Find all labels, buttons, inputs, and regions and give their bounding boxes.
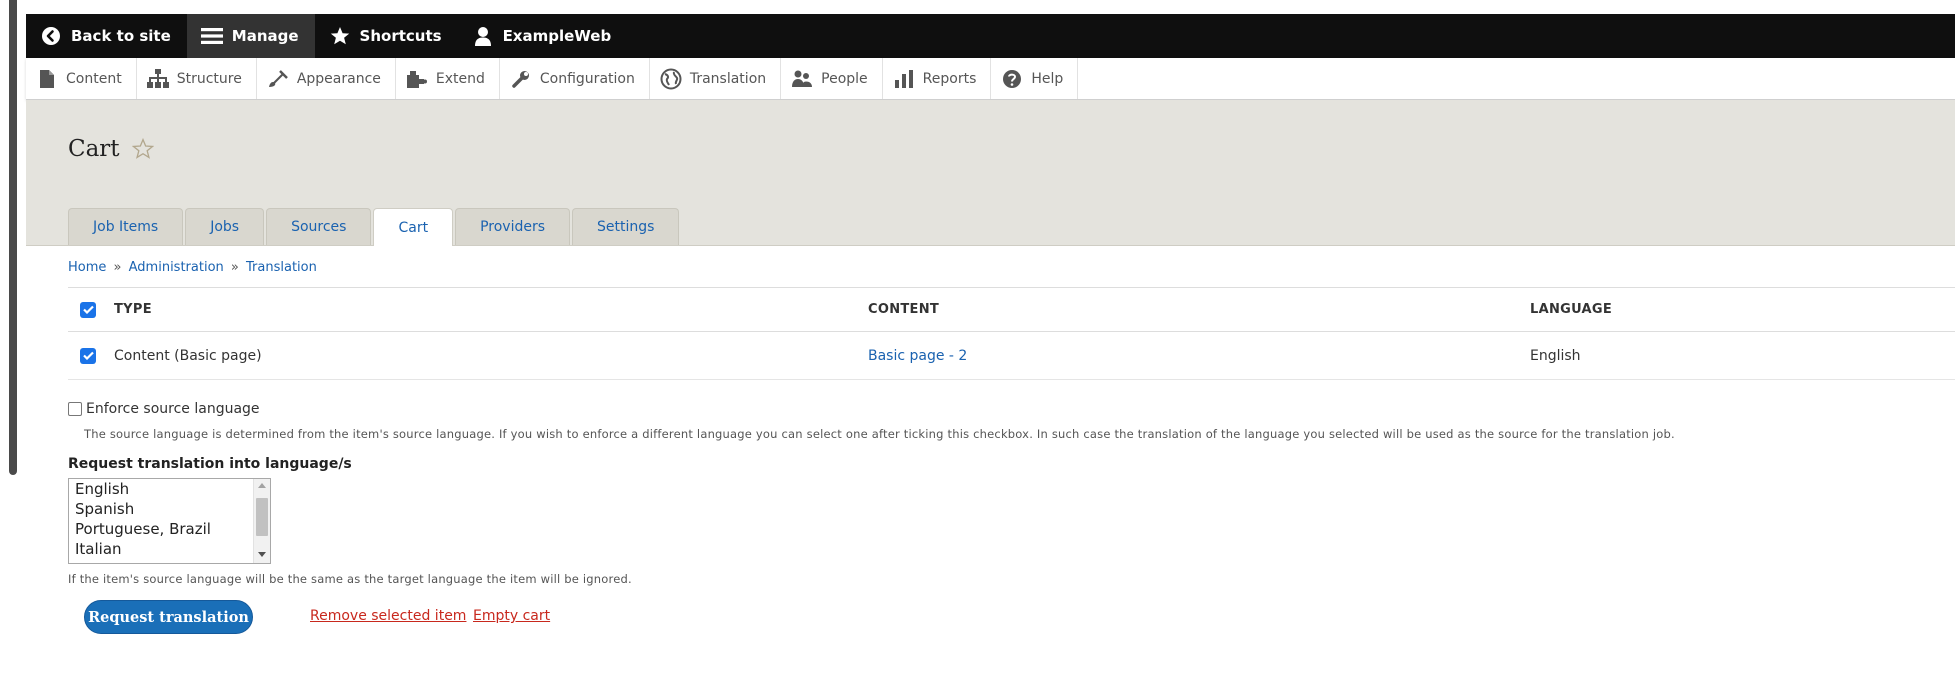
header-language: LANGUAGE (1530, 287, 1955, 332)
select-scrollbar-thumb[interactable] (256, 498, 268, 536)
request-translation-button[interactable]: Request translation (84, 600, 253, 634)
tab-providers[interactable]: Providers (455, 208, 571, 245)
language-option[interactable]: Italian (69, 539, 270, 559)
menu-label: Structure (176, 70, 242, 87)
file-icon (36, 68, 58, 90)
page-header: Cart Job Items Jobs Sources Cart Provide… (26, 100, 1955, 246)
breadcrumb-translation[interactable]: Translation (246, 260, 317, 275)
tab-settings[interactable]: Settings (572, 208, 680, 245)
menu-label: Configuration (539, 70, 635, 87)
sitemap-icon (146, 68, 169, 90)
brush-icon (267, 68, 289, 90)
row-checkbox[interactable] (80, 347, 96, 364)
request-languages-label: Request translation into language/s (68, 456, 352, 472)
tab-jobs[interactable]: Jobs (185, 208, 265, 245)
user-label: ExampleWeb (502, 27, 612, 45)
menu-label: Appearance (296, 70, 381, 87)
primary-tabs: Job Items Jobs Sources Cart Providers Se… (68, 208, 681, 246)
table-header-row: TYPE CONTENT LANGUAGE (68, 287, 1955, 332)
admin-menu-tray: Content Structure Appearance Extend Conf… (26, 58, 1955, 100)
menu-item-content[interactable]: Content (26, 58, 137, 99)
menu-label: People (821, 70, 868, 87)
select-all-checkbox[interactable] (80, 301, 96, 318)
menu-label: Extend (435, 70, 485, 87)
scroll-up-arrow-icon[interactable] (258, 483, 266, 488)
shortcuts-label: Shortcuts (359, 27, 442, 45)
language-option[interactable]: Portuguese, Brazil (69, 519, 270, 539)
menu-item-extend[interactable]: Extend (396, 58, 500, 99)
people-icon (791, 68, 813, 90)
cell-content-link[interactable]: Basic page - 2 (868, 348, 967, 364)
menu-item-structure[interactable]: Structure (137, 58, 257, 99)
star-icon (329, 25, 351, 47)
menu-item-help[interactable]: Help (991, 58, 1079, 99)
enforce-source-language[interactable]: Enforce source language (68, 401, 260, 417)
manage-label: Manage (231, 27, 299, 45)
puzzle-icon (406, 68, 428, 90)
back-to-site-label: Back to site (71, 27, 171, 45)
scrollbar-thumb[interactable] (9, 0, 17, 475)
breadcrumb: Home » Administration » Translation (68, 260, 317, 275)
globe-icon (660, 68, 682, 90)
menu-item-reports[interactable]: Reports (883, 58, 992, 99)
page-title-text: Cart (68, 136, 120, 162)
remove-selected-item-link[interactable]: Remove selected item (310, 608, 466, 624)
enforce-checkbox[interactable] (68, 402, 82, 416)
admin-toolbar: Back to site Manage Shortcuts ExampleWeb (26, 14, 1955, 58)
scroll-down-arrow-icon[interactable] (258, 552, 266, 557)
menu-label: Translation (689, 70, 767, 87)
cell-language: English (1530, 331, 1955, 380)
back-to-site-link[interactable]: Back to site (26, 14, 187, 58)
user-tab[interactable]: ExampleWeb (458, 14, 628, 58)
select-all-cell (68, 287, 114, 332)
language-option[interactable]: Spanish (69, 499, 270, 519)
tab-job-items[interactable]: Job Items (68, 208, 184, 245)
help-icon (1001, 68, 1023, 90)
cell-type: Content (Basic page) (114, 331, 868, 380)
row-select-cell (68, 331, 114, 380)
target-language-note: If the item's source language will be th… (68, 572, 632, 586)
page-title: Cart (68, 136, 154, 162)
menu-item-translation[interactable]: Translation (650, 58, 782, 99)
enforce-description: The source language is determined from t… (84, 427, 1675, 441)
menu-label: Content (66, 70, 122, 87)
table-row: Content (Basic page) Basic page - 2 Engl… (68, 331, 1955, 380)
empty-cart-link[interactable]: Empty cart (473, 608, 550, 624)
breadcrumb-home[interactable]: Home (68, 260, 106, 275)
manage-tab[interactable]: Manage (186, 14, 315, 58)
header-type: TYPE (114, 287, 868, 332)
cart-table: TYPE CONTENT LANGUAGE Content (Basic pag… (68, 287, 1955, 380)
header-content: CONTENT (868, 287, 1530, 332)
menu-item-people[interactable]: People (781, 58, 883, 99)
select-scrollbar[interactable] (253, 479, 270, 563)
menu-item-appearance[interactable]: Appearance (257, 58, 396, 99)
wrench-icon (510, 68, 532, 90)
target-languages-select[interactable]: English Spanish Portuguese, Brazil Itali… (68, 478, 271, 564)
menu-item-configuration[interactable]: Configuration (500, 58, 650, 99)
shortcuts-tab[interactable]: Shortcuts (315, 14, 458, 58)
user-icon (472, 25, 494, 47)
shortcut-star-icon[interactable] (131, 138, 154, 160)
breadcrumb-separator: » (113, 260, 122, 275)
tab-cart[interactable]: Cart (373, 208, 454, 246)
cell-content-cell: Basic page - 2 (868, 331, 1530, 380)
language-option[interactable]: English (69, 479, 270, 499)
hamburger-icon (200, 25, 223, 47)
tab-sources[interactable]: Sources (266, 208, 372, 245)
enforce-label: Enforce source language (86, 401, 260, 417)
menu-label: Help (1031, 70, 1064, 87)
menu-label: Reports (922, 70, 977, 87)
back-arrow-icon (40, 25, 62, 47)
admin-page: Back to site Manage Shortcuts ExampleWeb (26, 14, 1955, 691)
window-edge (0, 0, 18, 691)
breadcrumb-administration[interactable]: Administration (129, 260, 224, 275)
bar-chart-icon (893, 68, 915, 90)
breadcrumb-separator: » (230, 260, 239, 275)
